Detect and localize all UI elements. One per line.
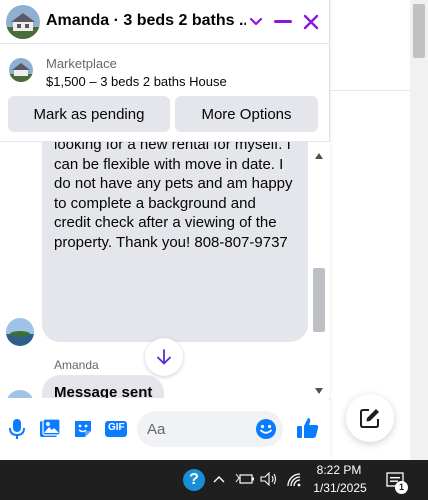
clock-time[interactable]: 8:22 PM [314,463,364,477]
page-scroll-thumb[interactable] [413,4,425,58]
help-icon[interactable]: ? [183,469,205,491]
marketplace-label: Marketplace [46,56,117,71]
emoji-icon[interactable] [255,418,277,440]
chevron-down-icon[interactable] [244,10,268,34]
photo-icon[interactable] [38,417,62,441]
mark-as-pending-button[interactable]: Mark as pending [8,96,170,132]
chat-window: Amanda · 3 beds 2 baths ... Marketplace … [0,0,330,460]
clock-date[interactable]: 1/31/2025 [312,481,368,495]
notification-icon[interactable]: 1 [384,469,410,495]
sticker-icon[interactable] [71,417,95,441]
close-icon[interactable] [299,10,323,34]
message-list[interactable]: looking for a new rental for myself. I c… [0,142,330,398]
chevron-up-icon[interactable] [211,472,227,486]
battery-icon[interactable] [234,471,256,487]
help-glyph: ? [189,471,199,488]
gif-icon[interactable]: GIF [104,417,128,441]
scroll-down-arrow-icon[interactable] [145,338,183,376]
sender-avatar[interactable] [6,318,34,346]
notification-count: 1 [395,481,408,494]
message-input[interactable] [137,411,283,447]
more-options-button[interactable]: More Options [175,96,318,132]
minimize-icon[interactable] [271,10,295,34]
gif-label: GIF [108,422,125,433]
chat-header: Amanda · 3 beds 2 baths ... [0,0,330,44]
new-message-icon[interactable] [346,394,394,442]
like-icon[interactable] [295,415,321,441]
wifi-icon[interactable] [285,471,305,489]
message-text-field[interactable] [147,419,247,439]
chat-title[interactable]: Amanda · 3 beds 2 baths ... [46,12,246,30]
page-divider [330,90,410,91]
listing-price[interactable]: $1,500 – 3 beds 2 baths House [46,74,227,89]
volume-icon[interactable] [259,471,279,487]
chat-scroll-down-arrow[interactable] [313,383,325,394]
chat-avatar[interactable] [6,5,40,39]
message-bubble: looking for a new rental for myself. I c… [42,142,308,342]
chat-scroll-thumb[interactable] [313,268,325,332]
microphone-icon[interactable] [5,417,29,441]
chat-scroll-up-arrow[interactable] [313,148,325,159]
sender-name: Amanda [54,358,99,372]
page-scrollbar[interactable] [410,0,428,460]
listing-thumbnail[interactable] [9,58,33,82]
message-bubble: Message sent [42,375,164,398]
sender-avatar[interactable] [6,390,34,398]
